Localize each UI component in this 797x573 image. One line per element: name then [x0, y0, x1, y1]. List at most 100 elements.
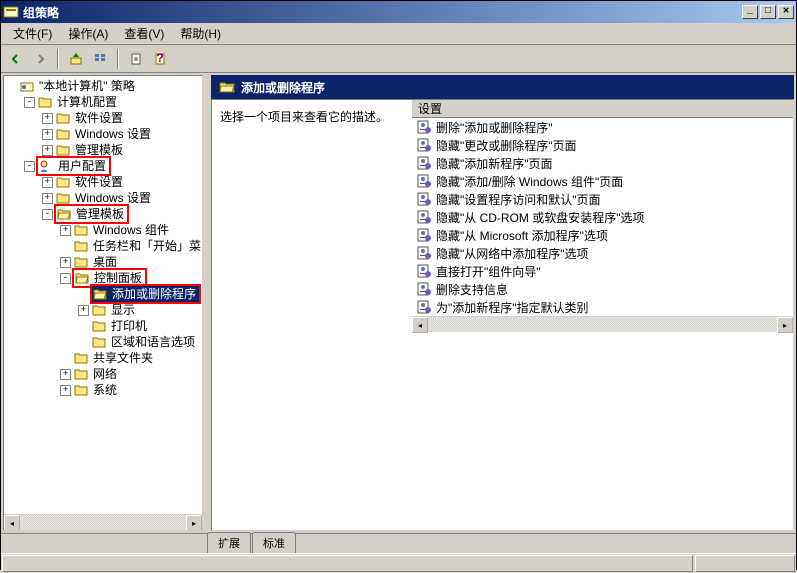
scroll-left-button[interactable]: ◂	[412, 317, 428, 333]
policy-icon	[416, 227, 432, 243]
detail-description: 选择一个项目来查看它的描述。	[220, 110, 388, 124]
policy-item[interactable]: 隐藏"从 Microsoft 添加程序"选项	[412, 226, 793, 244]
toggle-button[interactable]: +	[78, 305, 89, 316]
folder-icon	[74, 367, 88, 381]
policy-icon	[416, 263, 432, 279]
detail-pane: 添加或删除程序 选择一个项目来查看它的描述。 设置 删除"添加或删除程序"隐藏"…	[211, 75, 794, 531]
toggle-button[interactable]: +	[60, 257, 71, 268]
scroll-left-button[interactable]: ◂	[4, 515, 20, 531]
menu-view[interactable]: 查看(V)	[116, 23, 172, 44]
tree-region[interactable]: 区域和语言选项	[78, 334, 200, 350]
policy-icon	[416, 191, 432, 207]
policy-icon	[416, 119, 432, 135]
folder-icon	[56, 127, 70, 141]
menu-action[interactable]: 操作(A)	[60, 23, 116, 44]
tree-win-components[interactable]: +Windows 组件	[60, 222, 200, 238]
folder-open-icon	[75, 271, 89, 285]
properties-button[interactable]	[125, 48, 147, 70]
policy-item[interactable]: 隐藏"添加新程序"页面	[412, 154, 793, 172]
policy-item[interactable]: 隐藏"设置程序访问和默认"页面	[412, 190, 793, 208]
tree-cc-windows[interactable]: +Windows 设置	[42, 126, 200, 142]
detail-description-pane: 选择一个项目来查看它的描述。	[212, 100, 412, 530]
toggle-button[interactable]: +	[60, 369, 71, 380]
policy-item[interactable]: 为"添加新程序"指定默认类别	[412, 298, 793, 316]
policy-root-icon	[20, 79, 34, 93]
statusbar	[1, 553, 796, 573]
folder-icon	[56, 191, 70, 205]
toggle-button[interactable]: -	[24, 97, 35, 108]
policy-icon	[416, 245, 432, 261]
toggle-button[interactable]: -	[24, 161, 35, 172]
svg-text:?: ?	[156, 52, 163, 65]
policy-icon	[416, 281, 432, 297]
tree-uc-software[interactable]: +软件设置	[42, 174, 200, 190]
policy-item[interactable]: 直接打开"组件向导"	[412, 262, 793, 280]
tab-extended[interactable]: 扩展	[207, 532, 251, 553]
policy-label: 为"添加新程序"指定默认类别	[436, 299, 589, 316]
tree-uc-admin[interactable]: -管理模板	[42, 206, 200, 222]
tree-printer[interactable]: 打印机	[78, 318, 200, 334]
close-button[interactable]: ✕	[778, 5, 794, 19]
toolbar: ?	[1, 45, 796, 73]
up-button[interactable]	[65, 48, 87, 70]
scroll-track[interactable]	[428, 317, 777, 332]
status-segment	[695, 555, 795, 572]
toggle-button[interactable]: +	[42, 177, 53, 188]
tree-computer-config[interactable]: -计算机配置	[24, 94, 200, 110]
tree-user-config[interactable]: -用户配置	[24, 158, 200, 174]
toggle-button[interactable]: +	[42, 145, 53, 156]
policy-label: 隐藏"从 Microsoft 添加程序"选项	[436, 227, 608, 244]
toggle-button[interactable]: -	[42, 209, 53, 220]
policy-label: 隐藏"更改或删除程序"页面	[436, 137, 577, 154]
detail-title: 添加或删除程序	[241, 79, 325, 96]
menu-file[interactable]: 文件(F)	[5, 23, 60, 44]
toggle-button[interactable]: +	[60, 225, 71, 236]
tree-shared-folders[interactable]: 共享文件夹	[60, 350, 200, 366]
column-header[interactable]: 设置	[412, 100, 793, 118]
tree-root[interactable]: "本地计算机" 策略	[6, 78, 200, 94]
tree-network[interactable]: +网络	[60, 366, 200, 382]
policy-label: 删除支持信息	[436, 281, 508, 298]
detail-list-pane[interactable]: 设置 删除"添加或删除程序"隐藏"更改或删除程序"页面隐藏"添加新程序"页面隐藏…	[412, 100, 793, 530]
folder-icon	[92, 319, 106, 333]
maximize-button[interactable]: □	[760, 5, 776, 19]
policy-item[interactable]: 隐藏"从 CD-ROM 或软盘安装程序"选项	[412, 208, 793, 226]
tree-cc-software[interactable]: +软件设置	[42, 110, 200, 126]
policy-icon	[416, 209, 432, 225]
toggle-button[interactable]: +	[42, 129, 53, 140]
toggle-button[interactable]: +	[42, 113, 53, 124]
policy-label: 删除"添加或删除程序"	[436, 119, 553, 136]
tree-add-remove[interactable]: 添加或删除程序	[78, 286, 200, 302]
folder-open-icon	[57, 207, 71, 221]
policy-label: 隐藏"添加/删除 Windows 组件"页面	[436, 173, 623, 190]
folder-icon	[92, 303, 106, 317]
folder-open-icon	[219, 80, 235, 94]
splitter[interactable]	[205, 73, 209, 533]
scroll-right-button[interactable]: ▸	[186, 515, 202, 531]
status-segment	[2, 555, 693, 572]
back-button[interactable]	[5, 48, 27, 70]
toggle-button[interactable]: +	[60, 385, 71, 396]
tree-display[interactable]: +显示	[78, 302, 200, 318]
toggle-button[interactable]: -	[60, 273, 71, 284]
policy-item[interactable]: 删除"添加或删除程序"	[412, 118, 793, 136]
tree-system[interactable]: +系统	[60, 382, 200, 398]
help-button[interactable]: ?	[149, 48, 171, 70]
policy-item[interactable]: 隐藏"添加/删除 Windows 组件"页面	[412, 172, 793, 190]
content-area: "本地计算机" 策略 -计算机配置 +软件设置 +Windows 设置 +管理模…	[1, 73, 796, 533]
tab-standard[interactable]: 标准	[252, 532, 296, 553]
scroll-right-button[interactable]: ▸	[777, 317, 793, 333]
tree-taskbar[interactable]: 任务栏和「开始」菜	[60, 238, 200, 254]
policy-item[interactable]: 隐藏"从网络中添加程序"选项	[412, 244, 793, 262]
tree-pane[interactable]: "本地计算机" 策略 -计算机配置 +软件设置 +Windows 设置 +管理模…	[3, 75, 203, 531]
minimize-button[interactable]: _	[742, 5, 758, 19]
folder-icon	[74, 351, 88, 365]
scroll-track[interactable]	[20, 515, 186, 530]
list-mode-button[interactable]	[89, 48, 111, 70]
forward-button[interactable]	[29, 48, 51, 70]
menu-help[interactable]: 帮助(H)	[172, 23, 229, 44]
toggle-button[interactable]: +	[42, 193, 53, 204]
folder-icon	[74, 255, 88, 269]
policy-item[interactable]: 隐藏"更改或删除程序"页面	[412, 136, 793, 154]
policy-item[interactable]: 删除支持信息	[412, 280, 793, 298]
